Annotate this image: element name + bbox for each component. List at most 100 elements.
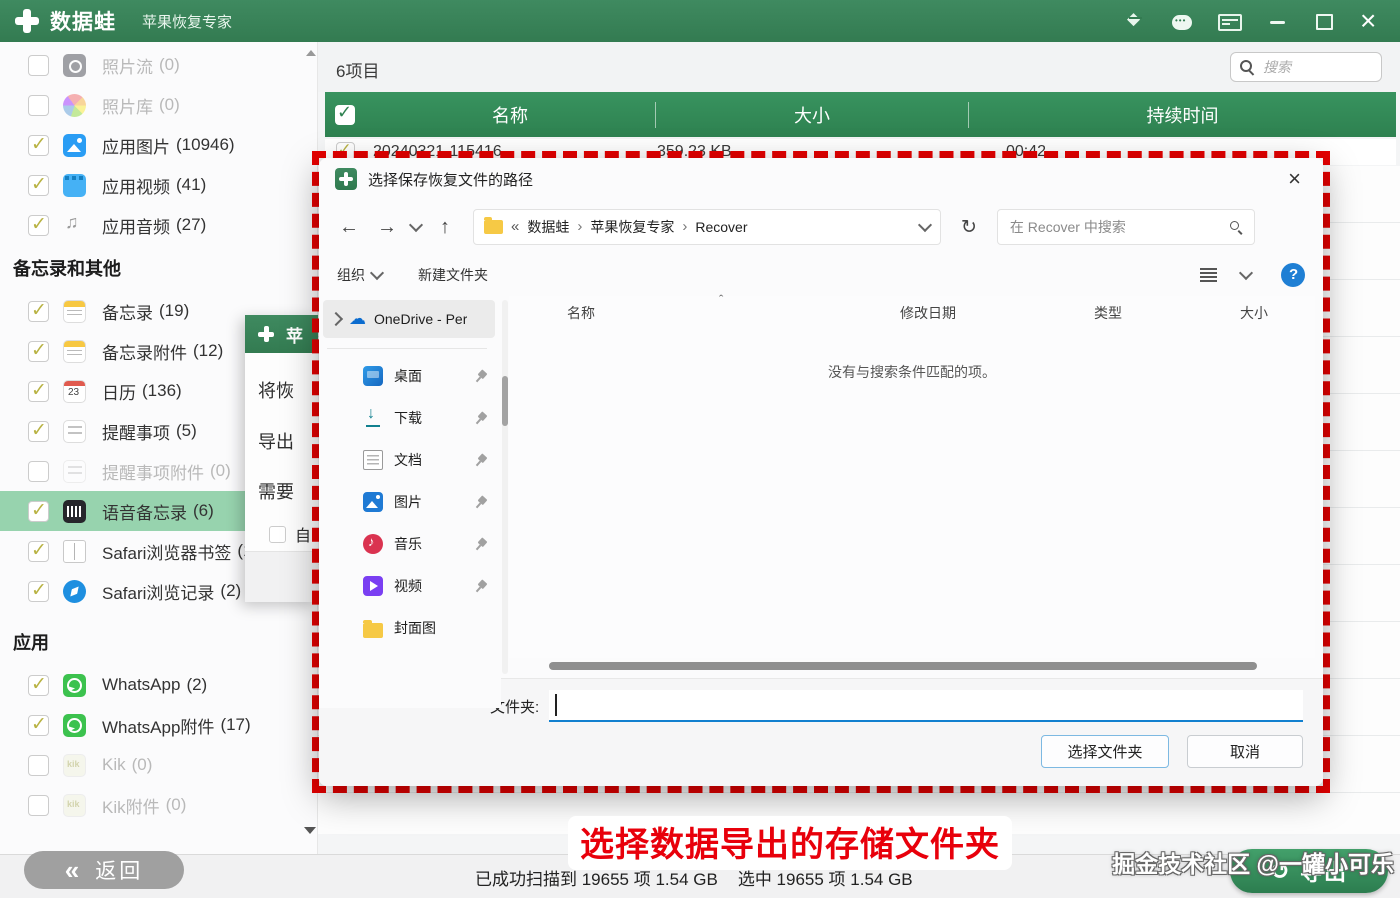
column-header-duration[interactable]: 持续时间 xyxy=(968,101,1396,128)
sidebar-item-label: 文档 xyxy=(394,452,422,468)
sidebar-item-photo-stream[interactable]: 照片流 (0) xyxy=(0,45,317,85)
sidebar-item-kik[interactable]: Kik (0) xyxy=(0,745,317,785)
sidebar-item-app-photos[interactable]: 应用图片 (10946) xyxy=(0,125,317,165)
sidebar-item-label: 照片流 xyxy=(102,57,153,77)
column-header-date-modified[interactable]: 修改日期 xyxy=(833,303,1023,323)
cancel-button[interactable]: 取消 xyxy=(1187,735,1303,768)
sidebar-item-label: 桌面 xyxy=(394,368,422,384)
column-header-size[interactable]: 大小 xyxy=(1193,303,1315,323)
background-dialog: 苹 将恢 导出 需要 自 xyxy=(245,315,318,602)
sidebar-item-whatsapp-attachments[interactable]: WhatsApp附件 (17) xyxy=(0,705,317,745)
column-header-type[interactable]: 类型 xyxy=(1023,303,1193,323)
sidebar-item-label: 照片库 xyxy=(102,97,153,117)
search-icon xyxy=(1229,220,1244,235)
checkbox-checked[interactable] xyxy=(28,499,49,522)
table-header: 名称 大小 持续时间 xyxy=(325,92,1396,137)
column-header-name[interactable]: 名称 xyxy=(509,303,833,323)
close-button[interactable] xyxy=(1360,5,1380,37)
up-arrow-icon[interactable]: ↑ xyxy=(431,216,459,239)
refresh-icon[interactable]: ↻ xyxy=(961,216,977,239)
new-folder-button[interactable]: 新建文件夹 xyxy=(418,265,488,285)
breadcrumb-item[interactable]: 苹果恢复专家 xyxy=(590,217,674,237)
sidebar-item-pictures[interactable]: 图片 xyxy=(319,481,501,523)
sidebar-item-label: 语音备忘录 xyxy=(102,503,187,523)
checkbox-checked[interactable] xyxy=(28,673,49,696)
dialog-close-icon[interactable]: × xyxy=(1282,168,1307,190)
chevron-right-icon[interactable] xyxy=(328,311,344,327)
vip-gem-icon[interactable] xyxy=(1126,9,1146,31)
sidebar-scroll-up-icon[interactable] xyxy=(306,50,316,56)
checkbox-checked[interactable] xyxy=(28,173,49,196)
feedback-icon[interactable] xyxy=(1218,13,1242,31)
column-header-name[interactable]: 名称 xyxy=(365,102,655,128)
breadcrumb-item[interactable]: 数据蛙 xyxy=(527,217,569,237)
column-header-size[interactable]: 大小 xyxy=(655,101,968,128)
select-all-checkbox[interactable] xyxy=(335,102,355,125)
sidebar-item-photo-library[interactable]: 照片库 (0) xyxy=(0,85,317,125)
checkbox-unchecked[interactable] xyxy=(28,54,49,76)
checkbox-checked[interactable] xyxy=(28,579,49,602)
app-logo-icon xyxy=(14,8,40,34)
folder-name-input[interactable] xyxy=(549,690,1303,720)
sidebar-item-cover-folder[interactable]: 封面图 xyxy=(319,607,501,649)
sidebar-item-downloads[interactable]: 下载 xyxy=(319,397,501,439)
sidebar-item-onedrive[interactable]: ☁ OneDrive - Per xyxy=(323,300,495,338)
sidebar-section-apps: 应用 xyxy=(13,633,49,653)
checkbox-checked[interactable] xyxy=(28,379,49,402)
checkbox-checked[interactable] xyxy=(28,419,49,442)
view-mode-icon[interactable] xyxy=(1200,268,1217,282)
save-path-dialog: 选择保存恢复文件的路径 × ← → ↑ 数据蛙 苹果恢复专家 Recover xyxy=(319,158,1323,786)
sidebar-item-music[interactable]: 音乐 xyxy=(319,523,501,565)
sidebar-item-count: (10946) xyxy=(176,135,235,154)
sidebar-section-memos: 备忘录和其他 xyxy=(13,259,121,279)
dialog-sidebar-scrollbar[interactable] xyxy=(502,300,508,674)
dialog-horizontal-scrollbar[interactable] xyxy=(549,662,1257,670)
minimize-button[interactable] xyxy=(1268,11,1288,31)
organize-menu[interactable]: 组织 xyxy=(337,265,385,285)
back-button[interactable]: 返回 xyxy=(24,851,184,889)
breadcrumb-item[interactable]: Recover xyxy=(695,219,747,235)
maximize-button[interactable] xyxy=(1314,11,1334,31)
checkbox-checked[interactable] xyxy=(28,133,49,156)
checkbox-checked[interactable] xyxy=(28,339,49,362)
sidebar-item-label: Safari浏览器书签 xyxy=(102,543,232,563)
dialog-nav-sidebar: ☁ OneDrive - Per 桌面 下载 xyxy=(319,296,501,708)
forward-arrow-icon[interactable]: → xyxy=(373,216,401,239)
checkbox-unchecked[interactable] xyxy=(28,754,49,776)
sidebar-item-documents[interactable]: 文档 xyxy=(319,439,501,481)
background-dialog-checkbox-row[interactable]: 自 xyxy=(269,522,318,546)
scrollbar-thumb[interactable] xyxy=(502,376,508,426)
search-input[interactable] xyxy=(1261,58,1373,76)
dialog-search-input[interactable] xyxy=(1007,218,1221,236)
checkbox-checked[interactable] xyxy=(28,213,49,236)
recent-locations-chevron-icon[interactable] xyxy=(408,217,424,233)
checkbox-checked[interactable] xyxy=(28,299,49,322)
address-breadcrumb[interactable]: 数据蛙 苹果恢复专家 Recover xyxy=(473,209,941,245)
message-icon[interactable] xyxy=(1172,14,1192,30)
checkbox-checked[interactable] xyxy=(28,539,49,562)
list-search-box[interactable] xyxy=(1230,52,1382,82)
sidebar-scroll-down-icon[interactable] xyxy=(304,827,316,834)
dialog-search-box[interactable] xyxy=(996,209,1255,245)
checkbox-unchecked[interactable] xyxy=(28,460,49,482)
checkbox-unchecked[interactable] xyxy=(28,94,49,116)
sidebar-item-app-videos[interactable]: 应用视频 (41) xyxy=(0,165,317,205)
sidebar-item-desktop[interactable]: 桌面 xyxy=(319,355,501,397)
view-dropdown-chevron-icon[interactable] xyxy=(1238,265,1254,281)
sidebar-item-videos[interactable]: 视频 xyxy=(319,565,501,607)
help-icon[interactable] xyxy=(1281,263,1305,287)
checkbox-checked[interactable] xyxy=(28,713,49,736)
sidebar-item-app-audio[interactable]: 应用音频 (27) xyxy=(0,205,317,245)
checkbox-unchecked[interactable] xyxy=(269,525,286,543)
sidebar-item-kik-attachments[interactable]: Kik附件 (0) xyxy=(0,785,317,825)
app-photos-icon xyxy=(63,133,86,157)
back-arrow-icon[interactable]: ← xyxy=(335,216,363,239)
checkbox-unchecked[interactable] xyxy=(28,794,49,816)
breadcrumb-collapsed-icon[interactable] xyxy=(511,218,519,236)
sidebar-item-whatsapp[interactable]: WhatsApp (2) xyxy=(0,665,317,705)
background-dialog-text: 需要 xyxy=(258,482,294,502)
double-chevron-left-icon xyxy=(65,855,79,886)
background-dialog-text: 导出 xyxy=(258,432,294,452)
address-dropdown-chevron-icon[interactable] xyxy=(917,217,933,233)
select-folder-button[interactable]: 选择文件夹 xyxy=(1041,735,1169,768)
